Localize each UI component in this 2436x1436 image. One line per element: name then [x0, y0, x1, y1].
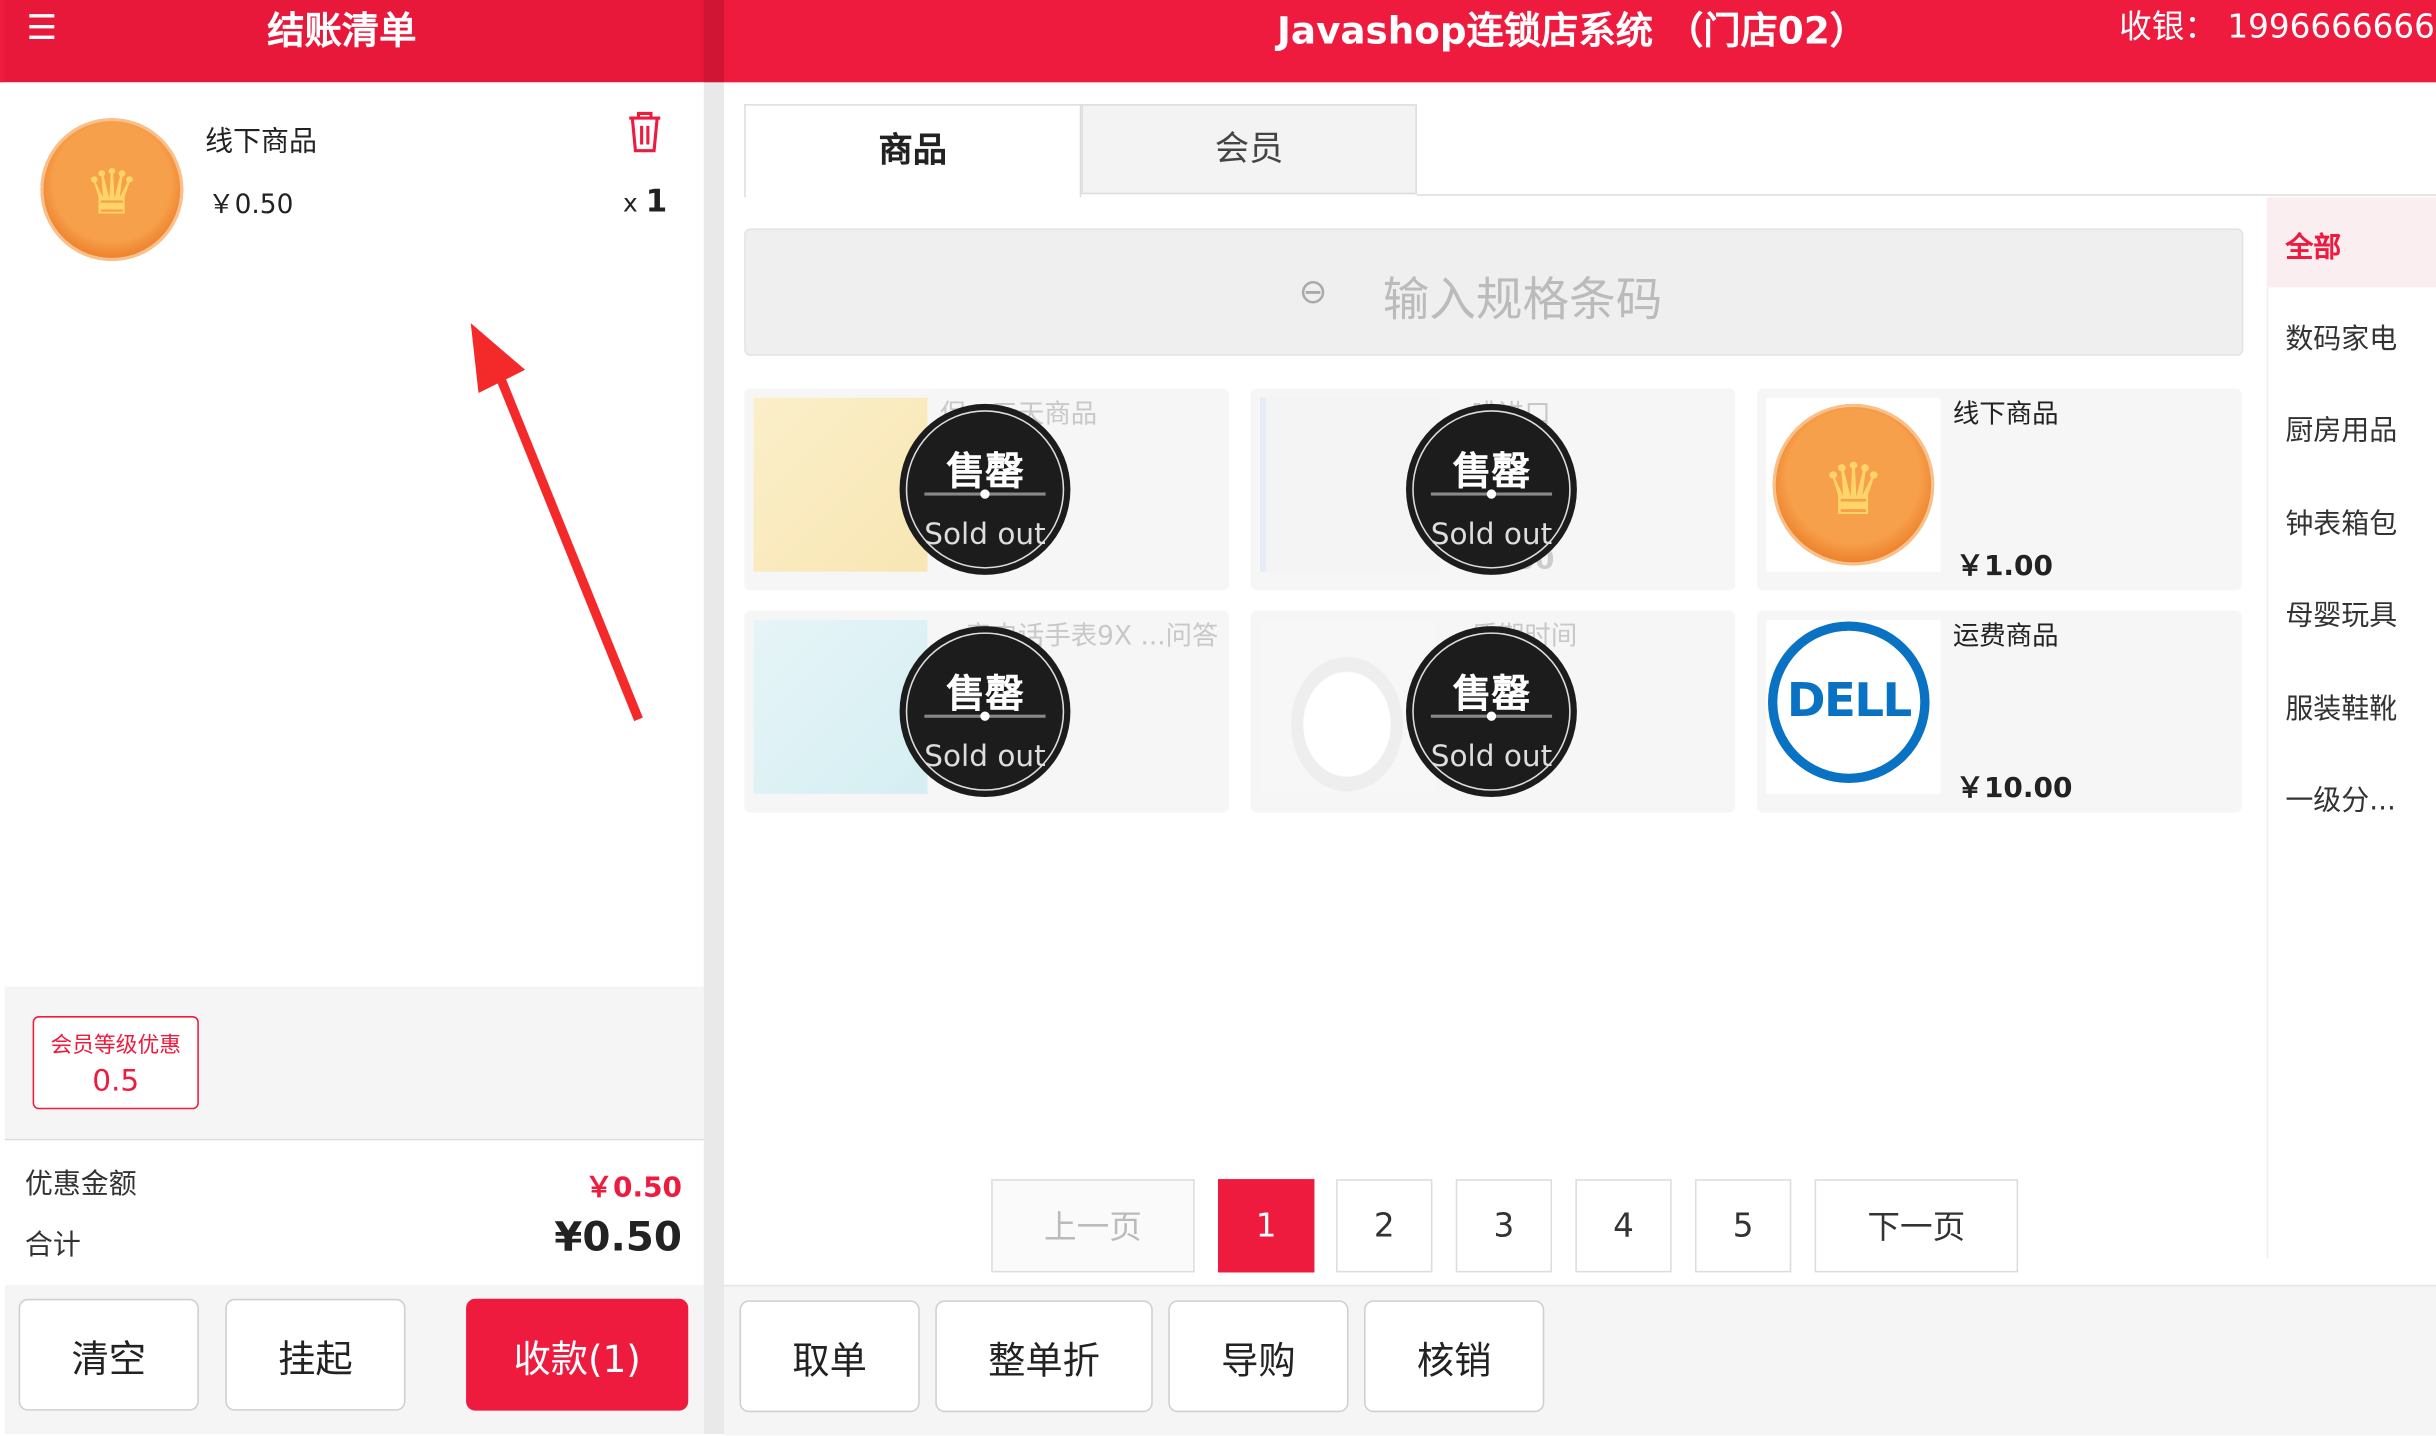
page-4[interactable]: 4: [1575, 1179, 1672, 1273]
product-image: ♛: [1766, 397, 1941, 572]
product-card[interactable]: ...音电话手表9X ...问答定位... 售罄Sold out: [744, 610, 1229, 813]
tab-members[interactable]: 会员: [1081, 104, 1417, 195]
badge-label: 会员等级优惠: [50, 1033, 181, 1059]
crown-icon: ♛: [1821, 446, 1886, 531]
category-item[interactable]: 母婴玩具: [2285, 593, 2397, 633]
annotation-arrow: [470, 323, 643, 722]
cart-list: ♛ 线下商品 ￥0.50 x 1: [4, 82, 704, 987]
cart-item-name: 线下商品: [205, 125, 317, 159]
retrieve-order-button[interactable]: 取单: [739, 1300, 920, 1413]
verify-button[interactable]: 核销: [1364, 1300, 1545, 1413]
product-name: 运费商品: [1952, 621, 2059, 653]
sold-out-stamp: 售罄 Sold out: [899, 403, 1071, 575]
cart-panel: ♛ 线下商品 ￥0.50 x 1 会员等级优惠 0.5 优惠金额 ￥0.50 合…: [4, 82, 704, 1434]
product-card[interactable]: ...质期时间 售罄Sold out: [1250, 610, 1736, 813]
scan-icon: ⊖: [1298, 273, 1328, 313]
panel-divider: [703, 82, 724, 1434]
barcode-search-input[interactable]: ⊖ 输入规格条码: [744, 228, 2244, 356]
hold-button[interactable]: 挂起: [225, 1298, 406, 1411]
app-title: Javashop连锁店系统 （门店02）: [1277, 9, 1868, 53]
cart-item-price: ￥0.50: [208, 189, 294, 221]
tab-underline: [1416, 194, 2436, 196]
product-price: ￥10.00: [1955, 772, 2073, 805]
member-discount-badge[interactable]: 会员等级优惠 0.5: [32, 1016, 199, 1110]
tab-products[interactable]: 商品: [744, 104, 1082, 198]
sold-out-stamp: 售罄 Sold out: [1406, 403, 1577, 575]
sold-out-stamp: 售罄 Sold out: [899, 626, 1071, 797]
page-5[interactable]: 5: [1694, 1179, 1792, 1273]
product-image: ♛: [40, 118, 184, 262]
cart-item-qty: x 1: [623, 182, 667, 219]
product-card[interactable]: DELL 运费商品 ￥10.00: [1757, 610, 2242, 813]
separator: [4, 1138, 704, 1141]
qty-value: 1: [645, 181, 668, 220]
pay-button[interactable]: 收款(1): [466, 1298, 689, 1411]
category-item[interactable]: 数码家电: [2285, 317, 2397, 357]
qty-prefix: x: [622, 187, 638, 218]
shopping-guide-button[interactable]: 导购: [1168, 1300, 1349, 1413]
product-card[interactable]: ...啡进口 ...00 售罄Sold out: [1250, 388, 1736, 591]
sold-out-stamp: 售罄 Sold out: [1406, 626, 1577, 797]
category-item[interactable]: 服装鞋靴: [2285, 687, 2397, 727]
category-all[interactable]: 全部: [2285, 225, 2341, 265]
total-value: ¥0.50: [554, 1214, 683, 1262]
search-placeholder: 输入规格条码: [1382, 273, 1663, 328]
category-item[interactable]: 一级分...: [2285, 778, 2396, 818]
trash-icon[interactable]: [626, 110, 661, 153]
total-label: 合计: [24, 1228, 81, 1262]
clear-button[interactable]: 清空: [18, 1298, 199, 1411]
crown-icon: ♛: [84, 157, 140, 229]
page-1[interactable]: 1: [1218, 1179, 1315, 1273]
product-card[interactable]: ♛ 线下商品 ￥1.00: [1757, 388, 2242, 591]
page-2[interactable]: 2: [1336, 1179, 1433, 1273]
badge-value: 0.5: [92, 1064, 140, 1099]
cashier-label: 收银： 19966666666: [2119, 7, 2436, 46]
product-price: ￥1.00: [1955, 549, 2053, 583]
discount-label: 优惠金额: [24, 1168, 137, 1201]
category-item[interactable]: 厨房用品: [2285, 409, 2397, 449]
next-page-button[interactable]: 下一页: [1814, 1179, 2019, 1273]
category-item[interactable]: 钟表箱包: [2285, 502, 2397, 542]
discount-area: 会员等级优惠 0.5: [4, 986, 704, 1139]
product-card[interactable]: 保...三天商品 售罄Sold out: [744, 388, 1229, 591]
prev-page-button[interactable]: 上一页: [991, 1179, 1195, 1273]
divider-top: [703, 0, 724, 83]
product-name: 线下商品: [1952, 399, 2059, 431]
dell-logo: DELL: [1766, 619, 1941, 794]
page-3[interactable]: 3: [1455, 1179, 1553, 1273]
order-discount-button[interactable]: 整单折: [935, 1300, 1153, 1413]
cart-title: 结账清单: [267, 9, 417, 53]
cart-item[interactable]: ♛ 线下商品 ￥0.50 x 1: [5, 82, 704, 284]
menu-icon[interactable]: ☰: [26, 12, 60, 46]
discount-value: ￥0.50: [585, 1171, 683, 1205]
